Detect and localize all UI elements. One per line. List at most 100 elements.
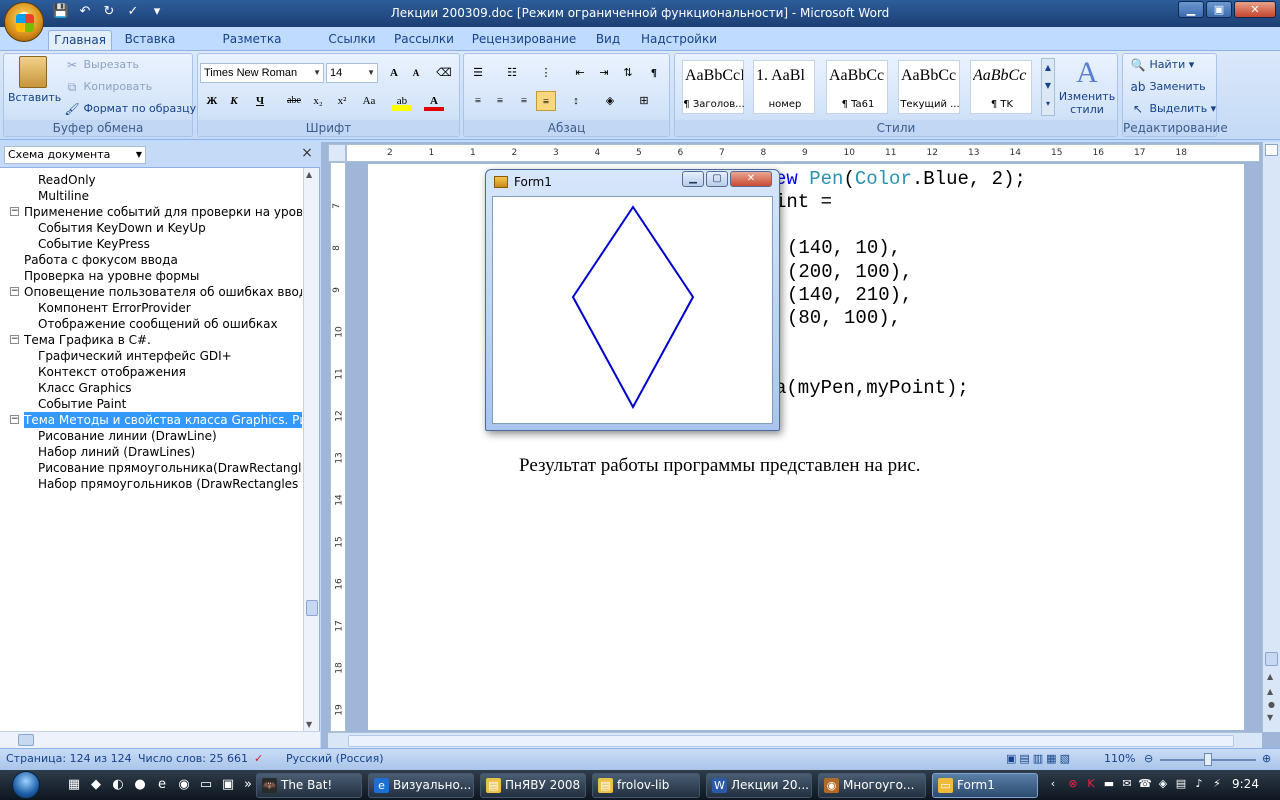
replace-button[interactable]: ab Заменить [1130,79,1206,95]
document-map-item[interactable]: Событие Paint [38,396,302,412]
close-button[interactable]: ✕ [1234,1,1276,18]
previous-page-icon[interactable]: ▲ [1267,687,1273,696]
collapse-icon[interactable]: − [10,415,19,424]
tab-selector[interactable] [328,144,346,162]
redo-icon[interactable]: ↻ [100,3,118,21]
more-icon[interactable]: » [240,777,256,793]
document-map-item[interactable]: Рисование линии (DrawLine) [38,428,302,444]
media-icon[interactable]: ◐ [110,777,126,793]
strikethrough-button[interactable]: abe [284,91,304,111]
taskbar-button[interactable]: 🦇 The Bat! [256,773,362,798]
tab-page-layout[interactable]: Разметка страницы [190,30,314,64]
document-hscrollbar[interactable] [328,732,1262,748]
style-current[interactable]: AaBbCc Текущий ... [898,60,960,114]
collapse-icon[interactable]: − [10,287,19,296]
collapse-icon[interactable]: − [10,335,19,344]
horizontal-ruler[interactable]: 2 1 1 2 3 4 5 6 7 8 9 10 11 12 13 14 15 16 17 18 [346,144,1260,162]
network-icon[interactable]: ▤ [1174,777,1188,791]
office-button[interactable] [4,2,44,42]
ie-icon[interactable]: e [154,777,170,793]
tab-insert[interactable]: Вставка [120,30,180,50]
start-button[interactable] [6,770,46,800]
document-map-item[interactable]: Отображение сообщений об ошибках [38,316,302,332]
style-number[interactable]: 1. AaBl номер [753,60,815,114]
highlight-icon[interactable]: ab [392,91,412,111]
find-button[interactable]: 🔍 Найти ▾ [1130,57,1195,73]
document-map-item[interactable]: Контекст отображения [38,364,302,380]
document-map-item[interactable]: Тема Графика в C#. [24,332,302,348]
line-spacing-icon[interactable]: ↕ [566,91,586,111]
select-button[interactable]: ↖ Выделить ▾ [1130,101,1216,117]
collapse-icon[interactable]: − [10,207,19,216]
justify-icon[interactable]: ≡ [536,91,556,111]
form-maximize-button[interactable]: ▢ [706,171,728,187]
tray-app-icon[interactable]: ✉ [1120,777,1134,791]
tab-review[interactable]: Рецензирование [468,30,580,50]
next-page-icon[interactable]: ▼ [1267,713,1273,722]
taskbar-button[interactable]: ▤ frolov-lib [592,773,700,798]
folder-icon[interactable]: ▭ [198,777,214,793]
browse-object-icon[interactable]: ● [1268,700,1275,709]
zoom-out-icon[interactable]: ⊖ [1144,752,1153,765]
align-right-icon[interactable]: ≡ [514,91,534,111]
zoom-in-icon[interactable]: ⊕ [1262,752,1271,765]
taskbar-button[interactable]: ◉ Многоуго... [818,773,926,798]
vertical-ruler[interactable]: 7 8 9 10 11 12 13 14 15 16 17 18 19 [330,162,346,732]
app-icon[interactable]: ● [132,777,148,793]
font-name-select[interactable]: Times New Roman ▼ [200,63,324,83]
tray-app-icon-2[interactable]: ☎ [1138,777,1152,791]
taskbar-button[interactable]: ▤ ПнЯВУ 2008 [480,773,586,798]
styles-scroll[interactable]: ▲ ▼ ▾ [1041,58,1055,116]
show-marks-icon[interactable]: ¶ [644,63,664,83]
font-color-icon[interactable]: A [424,91,444,111]
scroll-up-icon[interactable]: ▲ [1267,672,1273,681]
document-map-mode-select[interactable]: Схема документа ▼ [4,146,146,164]
numbering-icon[interactable]: ☷ [502,63,522,83]
zoom-slider-thumb[interactable] [1204,753,1212,766]
copy-button[interactable]: ⧉ Копировать [64,79,153,95]
scroll-thumb[interactable] [18,734,34,746]
document-map-item[interactable]: Графический интерфейс GDI+ [38,348,302,364]
document-scrollbar[interactable]: ▲ ▲ ● ▼ [1262,142,1280,732]
document-map-item[interactable]: Рисование прямоугольника(DrawRectangle ) [38,460,302,476]
cut-button[interactable]: ✂ Вырезать [64,57,139,73]
align-left-icon[interactable]: ≡ [468,91,488,111]
desktop-icon[interactable]: ▦ [66,777,82,793]
document-map-item[interactable]: Проверка на уровне формы [24,268,302,284]
borders-icon[interactable]: ⊞ [634,91,654,111]
multilevel-list-icon[interactable]: ⋮ [536,63,556,83]
status-language[interactable]: Русский (Россия) [286,752,384,765]
proofing-icon[interactable]: ✓ [254,752,263,765]
view-buttons[interactable]: ▣▤▥▦▧ [1006,752,1073,765]
scroll-thumb[interactable] [306,600,318,616]
kaspersky-icon[interactable]: K [1084,777,1098,791]
document-map-item[interactable]: События KeyDown и KeyUp [38,220,302,236]
document-map-item[interactable]: Класс Graphics [38,380,302,396]
firefox-icon[interactable]: ◉ [176,777,192,793]
document-map-item[interactable]: Событие KeyPress [38,236,302,252]
clear-format-icon[interactable]: ⌫ [434,63,454,83]
bullets-icon[interactable]: ☰ [468,63,488,83]
document-map-item[interactable]: Набор линий (DrawLines) [38,444,302,460]
subscript-button[interactable]: x₂ [308,91,328,111]
minimize-button[interactable]: ▁ [1178,1,1204,18]
clock[interactable]: 9:24 [1232,777,1259,791]
decrease-indent-icon[interactable]: ⇤ [570,63,590,83]
bat-icon[interactable]: ◆ [88,777,104,793]
underline-button[interactable]: Ч [250,91,270,111]
change-case-button[interactable]: Aa [356,91,382,111]
tab-addins[interactable]: Надстройки [636,30,722,50]
tray-chevron-icon[interactable]: ‹ [1046,777,1060,791]
scroll-down-icon[interactable]: ▼ [306,720,312,729]
style-heading[interactable]: AaBbCcI ¶ Заголов... [682,60,745,114]
italic-button[interactable]: К [224,91,244,111]
scroll-thumb[interactable] [348,735,1234,747]
tab-mailings[interactable]: Рассылки [390,30,458,50]
taskbar-button[interactable]: e Визуально... [368,773,474,798]
document-map-item[interactable]: Multiline [38,188,302,204]
paste-button[interactable]: Вставить [8,56,61,116]
change-styles-button[interactable]: A Изменить стили [1058,56,1116,116]
status-word-count[interactable]: Число слов: 25 661 [138,752,248,765]
grow-font-button[interactable]: A [384,63,404,83]
align-center-icon[interactable]: ≡ [490,91,510,111]
